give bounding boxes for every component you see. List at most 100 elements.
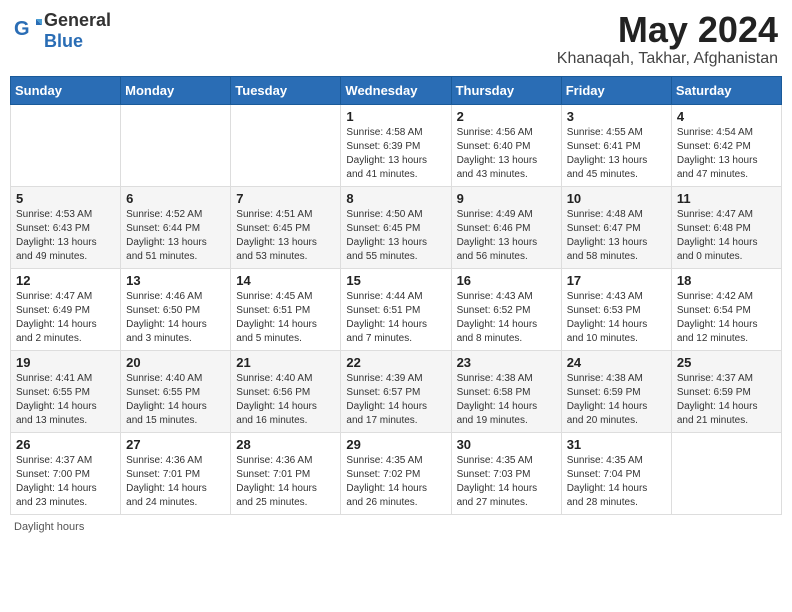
day-info: Sunrise: 4:37 AMSunset: 6:59 PMDaylight:… bbox=[677, 372, 776, 428]
day-info: Sunrise: 4:47 AMSunset: 6:49 PMDaylight:… bbox=[16, 290, 115, 346]
day-number: 12 bbox=[16, 273, 115, 288]
day-number: 1 bbox=[346, 109, 445, 124]
logo: G General Blue bbox=[14, 10, 111, 52]
calendar-cell bbox=[671, 432, 781, 514]
day-info: Sunrise: 4:54 AMSunset: 6:42 PMDaylight:… bbox=[677, 126, 776, 182]
day-number: 14 bbox=[236, 273, 335, 288]
day-header-monday: Monday bbox=[121, 76, 231, 104]
calendar-cell: 1 Sunrise: 4:58 AMSunset: 6:39 PMDaylight… bbox=[341, 104, 451, 186]
day-info: Sunrise: 4:42 AMSunset: 6:54 PMDaylight:… bbox=[677, 290, 776, 346]
title-area: May 2024 Khanaqah, Takhar, Afghanistan bbox=[557, 10, 778, 68]
calendar-footer: Daylight hours bbox=[10, 521, 782, 533]
calendar-cell: 10 Sunrise: 4:48 AMSunset: 6:47 PMDayligh… bbox=[561, 186, 671, 268]
day-number: 26 bbox=[16, 437, 115, 452]
day-info: Sunrise: 4:39 AMSunset: 6:57 PMDaylight:… bbox=[346, 372, 445, 428]
day-number: 21 bbox=[236, 355, 335, 370]
day-number: 13 bbox=[126, 273, 225, 288]
calendar-cell: 29 Sunrise: 4:35 AMSunset: 7:02 PMDayligh… bbox=[341, 432, 451, 514]
calendar-cell: 3 Sunrise: 4:55 AMSunset: 6:41 PMDaylight… bbox=[561, 104, 671, 186]
calendar-week-row: 1 Sunrise: 4:58 AMSunset: 6:39 PMDaylight… bbox=[11, 104, 782, 186]
calendar-cell: 28Sunrise: 4:36 AMSunset: 7:01 PMDayligh… bbox=[231, 432, 341, 514]
logo-graphic: G bbox=[14, 15, 42, 48]
day-number: 28 bbox=[236, 437, 335, 452]
day-number: 7 bbox=[236, 191, 335, 206]
day-number: 15 bbox=[346, 273, 445, 288]
day-info: Sunrise: 4:36 AMSunset: 7:01 PMDaylight:… bbox=[126, 454, 225, 510]
day-info: Sunrise: 4:55 AMSunset: 6:41 PMDaylight:… bbox=[567, 126, 666, 182]
calendar-cell: 21 Sunrise: 4:40 AMSunset: 6:56 PMDayligh… bbox=[231, 350, 341, 432]
svg-text:G: G bbox=[14, 18, 30, 40]
day-number: 16 bbox=[457, 273, 556, 288]
day-header-wednesday: Wednesday bbox=[341, 76, 451, 104]
day-number: 20 bbox=[126, 355, 225, 370]
day-info: Sunrise: 4:35 AMSunset: 7:03 PMDaylight:… bbox=[457, 454, 556, 510]
day-info: Sunrise: 4:52 AMSunset: 6:44 PMDaylight:… bbox=[126, 208, 225, 264]
month-title: May 2024 bbox=[557, 10, 778, 50]
day-info: Sunrise: 4:38 AMSunset: 6:58 PMDaylight:… bbox=[457, 372, 556, 428]
calendar-cell: 2Sunrise: 4:56 AMSunset: 6:40 PMDaylight… bbox=[451, 104, 561, 186]
day-number: 4 bbox=[677, 109, 776, 124]
calendar-week-row: 19 Sunrise: 4:41 AMSunset: 6:55 PMDayligh… bbox=[11, 350, 782, 432]
calendar-cell: 5 Sunrise: 4:53 AMSunset: 6:43 PMDaylight… bbox=[11, 186, 121, 268]
calendar-week-row: 5 Sunrise: 4:53 AMSunset: 6:43 PMDaylight… bbox=[11, 186, 782, 268]
day-number: 30 bbox=[457, 437, 556, 452]
day-info: Sunrise: 4:48 AMSunset: 6:47 PMDaylight:… bbox=[567, 208, 666, 264]
calendar-cell: 9 Sunrise: 4:49 AMSunset: 6:46 PMDaylight… bbox=[451, 186, 561, 268]
logo-blue: Blue bbox=[44, 31, 83, 51]
day-number: 19 bbox=[16, 355, 115, 370]
day-number: 25 bbox=[677, 355, 776, 370]
calendar-cell bbox=[11, 104, 121, 186]
logo-text: General Blue bbox=[44, 10, 111, 52]
day-number: 18 bbox=[677, 273, 776, 288]
day-info: Sunrise: 4:53 AMSunset: 6:43 PMDaylight:… bbox=[16, 208, 115, 264]
day-number: 2 bbox=[457, 109, 556, 124]
day-info: Sunrise: 4:50 AMSunset: 6:45 PMDaylight:… bbox=[346, 208, 445, 264]
day-number: 31 bbox=[567, 437, 666, 452]
calendar-cell: 8Sunrise: 4:50 AMSunset: 6:45 PMDaylight… bbox=[341, 186, 451, 268]
calendar-cell: 27Sunrise: 4:36 AMSunset: 7:01 PMDayligh… bbox=[121, 432, 231, 514]
day-number: 29 bbox=[346, 437, 445, 452]
day-number: 11 bbox=[677, 191, 776, 206]
day-header-tuesday: Tuesday bbox=[231, 76, 341, 104]
day-number: 6 bbox=[126, 191, 225, 206]
day-info: Sunrise: 4:43 AMSunset: 6:52 PMDaylight:… bbox=[457, 290, 556, 346]
day-number: 5 bbox=[16, 191, 115, 206]
calendar-header-row: SundayMondayTuesdayWednesdayThursdayFrid… bbox=[11, 76, 782, 104]
daylight-label: Daylight hours bbox=[14, 521, 84, 533]
day-info: Sunrise: 4:35 AMSunset: 7:02 PMDaylight:… bbox=[346, 454, 445, 510]
calendar-cell: 16 Sunrise: 4:43 AMSunset: 6:52 PMDayligh… bbox=[451, 268, 561, 350]
calendar-cell: 7Sunrise: 4:51 AMSunset: 6:45 PMDaylight… bbox=[231, 186, 341, 268]
day-header-thursday: Thursday bbox=[451, 76, 561, 104]
calendar-cell: 24 Sunrise: 4:38 AMSunset: 6:59 PMDayligh… bbox=[561, 350, 671, 432]
day-number: 17 bbox=[567, 273, 666, 288]
day-header-friday: Friday bbox=[561, 76, 671, 104]
calendar-cell: 4 Sunrise: 4:54 AMSunset: 6:42 PMDaylight… bbox=[671, 104, 781, 186]
day-info: Sunrise: 4:58 AMSunset: 6:39 PMDaylight:… bbox=[346, 126, 445, 182]
day-number: 10 bbox=[567, 191, 666, 206]
calendar-week-row: 12 Sunrise: 4:47 AMSunset: 6:49 PMDayligh… bbox=[11, 268, 782, 350]
page-header: G General Blue May 2024 Khanaqah, Takhar… bbox=[10, 10, 782, 68]
day-number: 22 bbox=[346, 355, 445, 370]
calendar-cell: 23Sunrise: 4:38 AMSunset: 6:58 PMDayligh… bbox=[451, 350, 561, 432]
day-number: 9 bbox=[457, 191, 556, 206]
calendar-cell bbox=[121, 104, 231, 186]
day-info: Sunrise: 4:44 AMSunset: 6:51 PMDaylight:… bbox=[346, 290, 445, 346]
day-info: Sunrise: 4:41 AMSunset: 6:55 PMDaylight:… bbox=[16, 372, 115, 428]
calendar-cell: 25 Sunrise: 4:37 AMSunset: 6:59 PMDayligh… bbox=[671, 350, 781, 432]
calendar-cell: 19 Sunrise: 4:41 AMSunset: 6:55 PMDayligh… bbox=[11, 350, 121, 432]
day-number: 3 bbox=[567, 109, 666, 124]
day-number: 24 bbox=[567, 355, 666, 370]
calendar-cell: 17Sunrise: 4:43 AMSunset: 6:53 PMDayligh… bbox=[561, 268, 671, 350]
calendar-cell: 22 Sunrise: 4:39 AMSunset: 6:57 PMDayligh… bbox=[341, 350, 451, 432]
calendar-cell: 30 Sunrise: 4:35 AMSunset: 7:03 PMDayligh… bbox=[451, 432, 561, 514]
day-header-sunday: Sunday bbox=[11, 76, 121, 104]
day-info: Sunrise: 4:49 AMSunset: 6:46 PMDaylight:… bbox=[457, 208, 556, 264]
calendar-cell: 14Sunrise: 4:45 AMSunset: 6:51 PMDayligh… bbox=[231, 268, 341, 350]
day-info: Sunrise: 4:38 AMSunset: 6:59 PMDaylight:… bbox=[567, 372, 666, 428]
day-info: Sunrise: 4:35 AMSunset: 7:04 PMDaylight:… bbox=[567, 454, 666, 510]
day-info: Sunrise: 4:40 AMSunset: 6:55 PMDaylight:… bbox=[126, 372, 225, 428]
calendar-cell: 13Sunrise: 4:46 AMSunset: 6:50 PMDayligh… bbox=[121, 268, 231, 350]
calendar-cell: 12 Sunrise: 4:47 AMSunset: 6:49 PMDayligh… bbox=[11, 268, 121, 350]
logo-icon: G bbox=[14, 15, 42, 43]
day-info: Sunrise: 4:40 AMSunset: 6:56 PMDaylight:… bbox=[236, 372, 335, 428]
